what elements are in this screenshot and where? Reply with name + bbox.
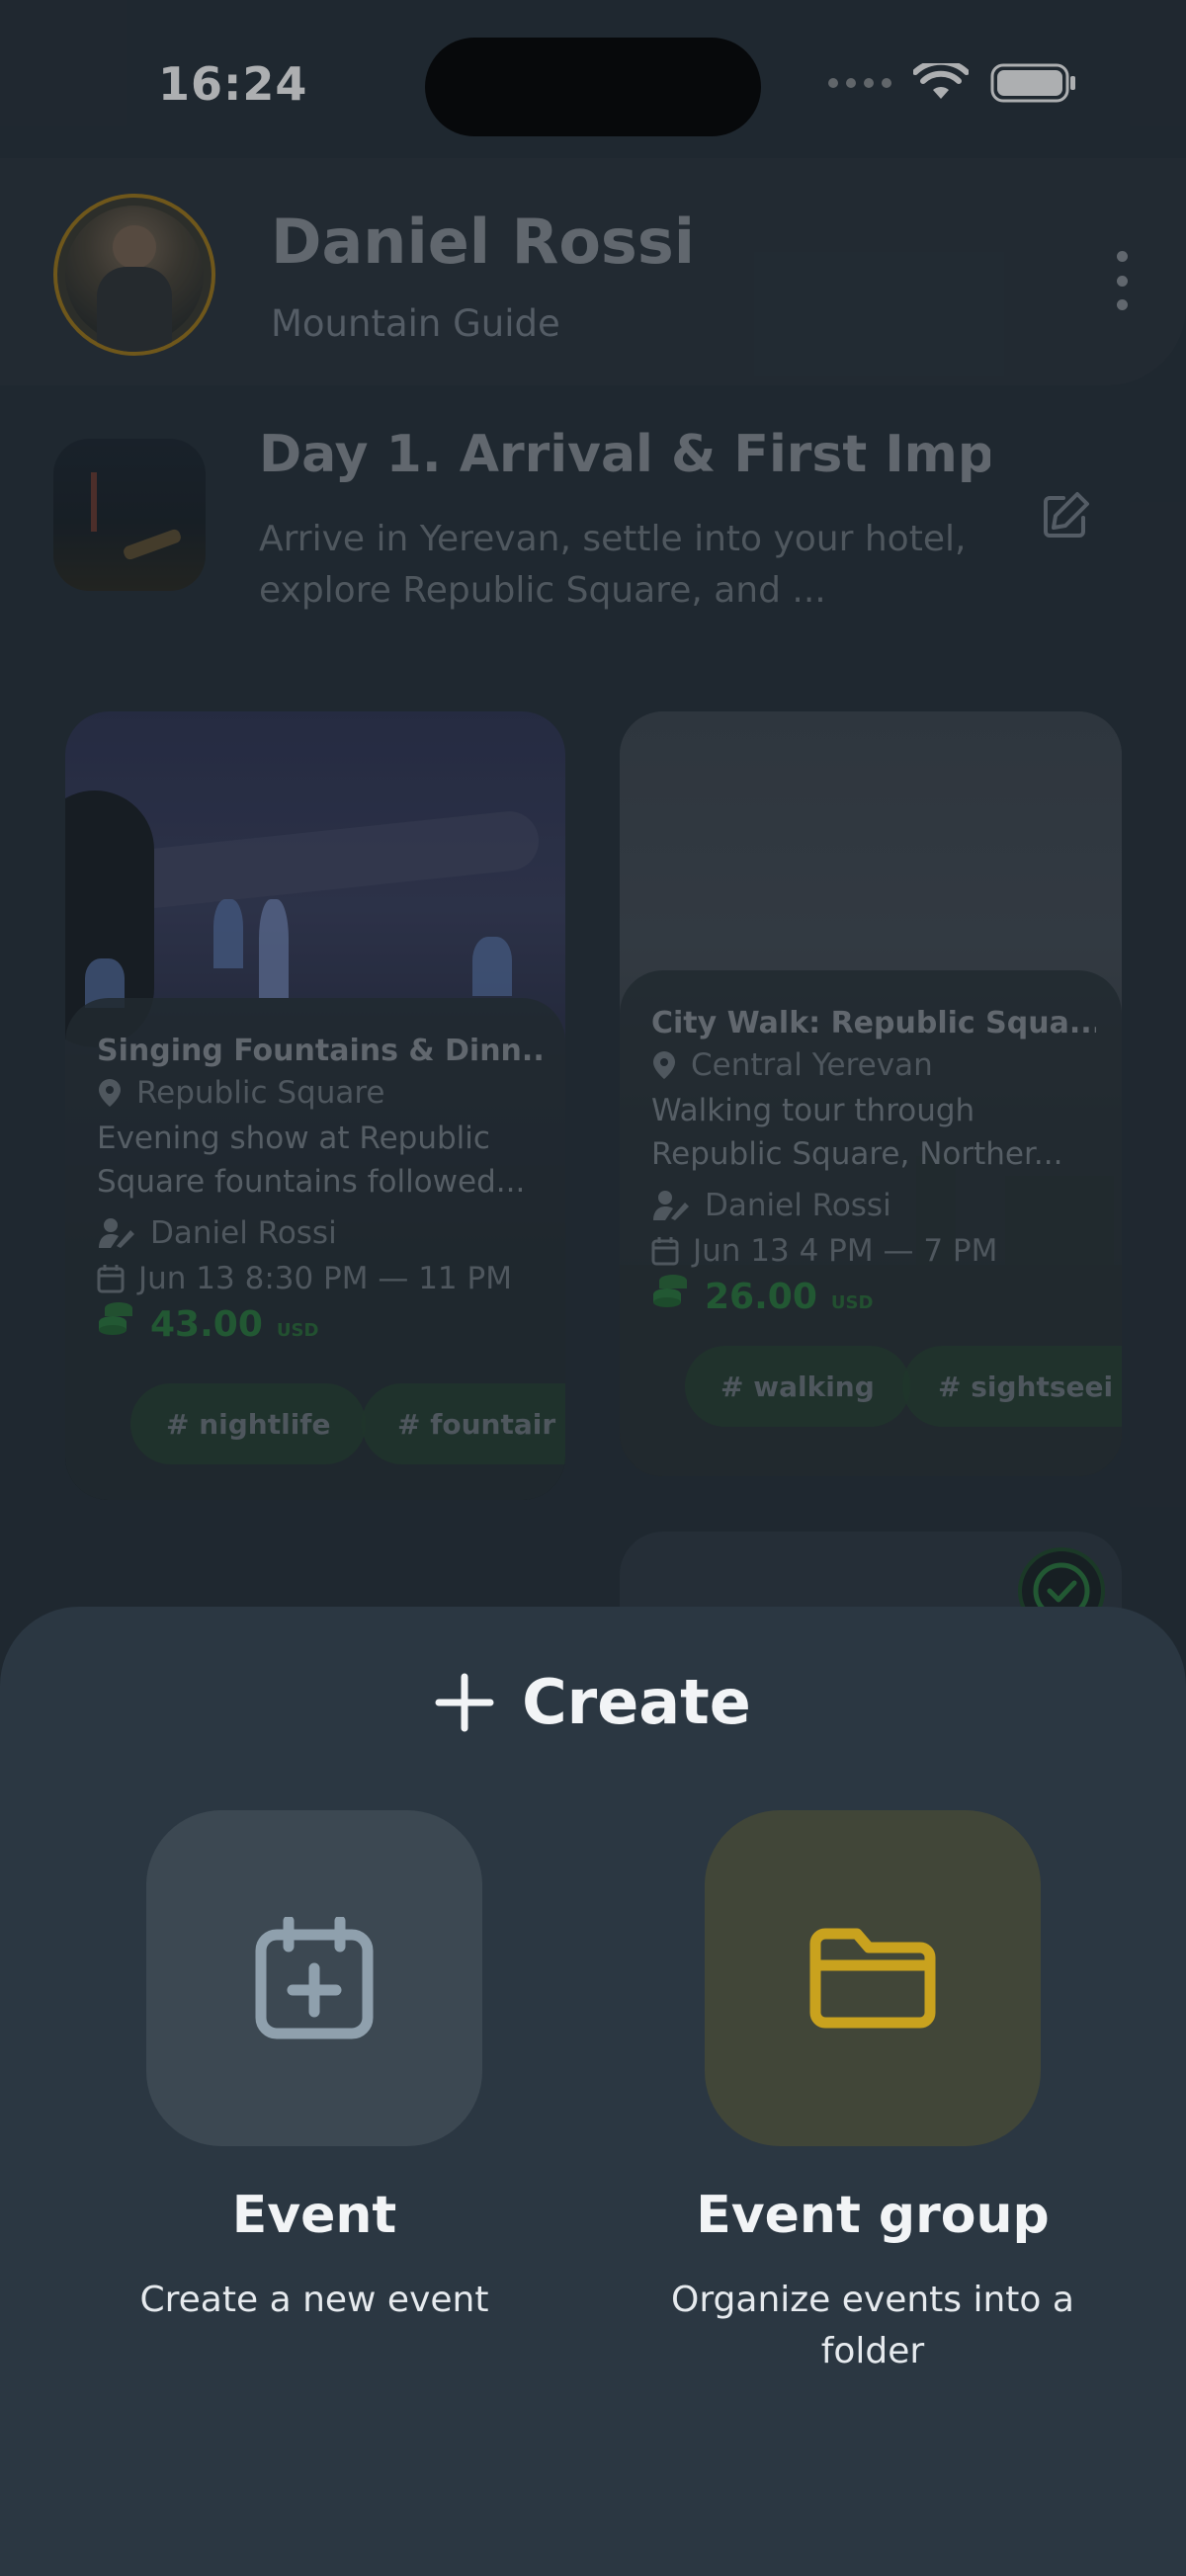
create-event-button[interactable] — [146, 1810, 482, 2146]
event-group-option-subtitle: Organize events into a folder — [671, 2280, 1074, 2371]
create-event-group-button[interactable] — [705, 1810, 1041, 2146]
sheet-title: Create — [0, 1666, 1186, 1738]
calendar-plus-icon — [255, 1917, 374, 2039]
event-group-option-label: Event group — [696, 2186, 1050, 2245]
folder-icon — [809, 1928, 936, 2029]
sheet-title-text: Create — [522, 1666, 751, 1738]
app-screen: 16:24 Daniel Rossi Mountain Guide Day 1.… — [0, 0, 1186, 2576]
plus-icon — [435, 1673, 494, 1731]
event-option-label: Event — [231, 2186, 397, 2245]
event-option-subtitle: Create a new event — [139, 2280, 489, 2320]
create-sheet: Create Event Create a new event Event gr… — [0, 1607, 1186, 2576]
